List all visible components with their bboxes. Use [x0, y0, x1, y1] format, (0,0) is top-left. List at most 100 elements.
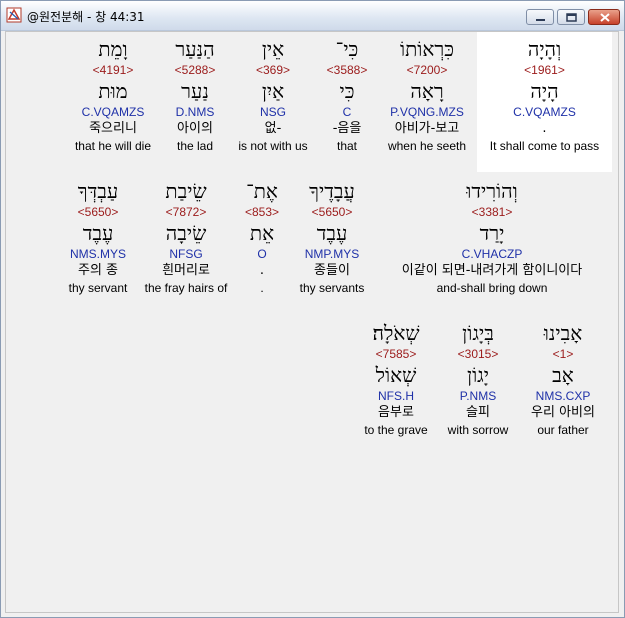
close-icon — [600, 13, 610, 22]
english-gloss: with sorrow — [447, 423, 509, 437]
word-column[interactable]: שֵׂיבַת <7872> שֵׂיבָה NFSG 흰머리로 the fra… — [138, 178, 234, 296]
korean-gloss: 주의 종 — [77, 263, 118, 278]
morphology-code: C — [342, 105, 352, 119]
morphology-code: C.VHACZP — [461, 247, 523, 261]
hebrew-word: אָבִינוּ — [543, 321, 583, 345]
hebrew-word: שְׁאֹלָה׃ — [372, 321, 420, 345]
word-column[interactable]: כִּרְאוֹתוֹ <7200> רָאָה P.VQNG.MZS 아비가-… — [377, 36, 477, 154]
korean-gloss: 죽으리니 — [89, 121, 137, 136]
hebrew-root: יָרַד — [479, 221, 505, 245]
hebrew-word: וְהוֹרִידוּ — [466, 179, 518, 203]
morphology-code: D.NMS — [175, 105, 215, 119]
english-gloss: is not with us — [238, 139, 308, 153]
hebrew-word: כִּרְאוֹתוֹ — [399, 37, 455, 61]
english-gloss: the lad — [176, 139, 214, 153]
word-column[interactable]: וָמֵת <4191> מוּת C.VQAMZS 죽으리니 that he … — [66, 36, 160, 154]
korean-gloss: 아이의 — [177, 121, 213, 136]
word-column[interactable]: הַנַּעַר <5288> נַעַר D.NMS 아이의 the lad — [164, 36, 226, 154]
english-gloss: our father — [537, 423, 589, 437]
strong-number[interactable]: <7872> — [138, 204, 234, 220]
strong-number[interactable]: <7585> — [358, 346, 434, 362]
hebrew-root: כִּי — [339, 79, 355, 103]
minimize-icon — [536, 19, 545, 21]
word-column[interactable]: שְׁאֹלָה׃ <7585> שְׁאוֹל NFS.H 음부로 to th… — [358, 320, 434, 438]
word-column[interactable]: וְהָיָה <1961> הָיָה C.VQAMZS . It shall… — [487, 36, 602, 154]
morphology-code: NMS.MYS — [69, 247, 126, 261]
maximize-button[interactable] — [557, 9, 585, 25]
strong-number[interactable]: <369> — [230, 62, 316, 78]
strong-number[interactable]: <5288> — [164, 62, 226, 78]
minimize-button[interactable] — [526, 9, 554, 25]
interlinear-panel[interactable]: וְהָיָה <1961> הָיָה C.VQAMZS . It shall… — [5, 31, 619, 613]
korean-gloss: 없- — [264, 121, 282, 136]
morphology-code: NFSG — [169, 247, 203, 261]
strong-number[interactable]: <1> — [521, 346, 605, 362]
app-logo-icon — [6, 7, 22, 23]
strong-number[interactable]: <5650> — [293, 204, 371, 220]
english-gloss: that he will die — [74, 139, 152, 153]
hebrew-root: עֶבֶד — [82, 221, 114, 245]
strong-number[interactable]: <853> — [239, 204, 285, 220]
strong-number[interactable]: <4191> — [66, 62, 160, 78]
hebrew-word: וָמֵת — [98, 37, 128, 61]
word-column[interactable]: אֵין <369> אַיִן NSG 없- is not with us — [230, 36, 316, 154]
hebrew-root: נַעַר — [181, 79, 209, 103]
hebrew-word: שֵׂיבַת — [165, 179, 207, 203]
strong-number[interactable]: <3381> — [377, 204, 607, 220]
morphology-code: NMS.CXP — [535, 389, 591, 403]
maximize-icon — [566, 13, 577, 22]
strong-number[interactable]: <7200> — [377, 62, 477, 78]
strong-number[interactable]: <3588> — [317, 62, 377, 78]
word-column[interactable]: כִּי־ <3588> כִּי C -음을 that — [317, 36, 377, 154]
hebrew-root: אֵת — [249, 221, 275, 245]
word-column[interactable]: עַבְדְּךָ <5650> עֶבֶד NMS.MYS 주의 종 thy … — [60, 178, 136, 296]
hebrew-word: אֶת־ — [246, 179, 278, 203]
window-title: @원전분해 - 창 44:31 — [27, 10, 145, 24]
korean-gloss: . — [259, 263, 265, 278]
hebrew-word: עֲבָדֶיךָ — [309, 179, 355, 203]
english-gloss: thy servant — [68, 281, 128, 295]
hebrew-root: מוּת — [98, 79, 128, 103]
word-column[interactable]: אֶת־ <853> אֵת O . . — [239, 178, 285, 296]
word-column[interactable]: וְהוֹרִידוּ <3381> יָרַד C.VHACZP 이같이 되면… — [377, 178, 607, 296]
hebrew-root: עֶבֶד — [316, 221, 348, 245]
hebrew-word: כִּי־ — [335, 37, 359, 61]
morphology-code: C.VQAMZS — [81, 105, 145, 119]
word-column[interactable]: אָבִינוּ <1> אָב NMS.CXP 우리 아비의 our fath… — [521, 320, 605, 438]
korean-gloss: 음부로 — [378, 405, 414, 420]
hebrew-root: יָגוֹן — [466, 363, 490, 387]
morphology-code: O — [257, 247, 267, 261]
app-window: @원전분해 - 창 44:31 וְהָיָה <1961> הָיָה C.V… — [0, 0, 625, 618]
strong-number[interactable]: <5650> — [60, 204, 136, 220]
hebrew-word: הַנַּעַר — [175, 37, 215, 61]
english-gloss: the fray hairs of — [144, 281, 228, 295]
korean-gloss: -음을 — [332, 121, 362, 136]
hebrew-word: וְהָיָה — [527, 37, 562, 61]
korean-gloss: 우리 아비의 — [531, 405, 595, 420]
english-gloss: to the grave — [364, 423, 428, 437]
word-column[interactable]: בְּיָגוֹן <3015> יָגוֹן P.NMS 슬피 with so… — [442, 320, 514, 438]
hebrew-root: רָאָה — [410, 79, 444, 103]
close-button[interactable] — [588, 9, 620, 25]
morphology-code: C.VQAMZS — [513, 105, 576, 119]
korean-gloss: 이같이 되면-내려가게 함이니이다 — [401, 263, 583, 278]
korean-gloss: 종들이 — [314, 263, 350, 278]
english-gloss: and-shall bring down — [436, 281, 548, 295]
word-column[interactable]: עֲבָדֶיךָ <5650> עֶבֶד NMP.MYS 종들이 thy s… — [293, 178, 371, 296]
english-gloss: thy servants — [299, 281, 365, 295]
morphology-code: P.VQNG.MZS — [390, 105, 464, 119]
morphology-code: NMP.MYS — [304, 247, 360, 261]
morphology-code: NFS.H — [378, 389, 414, 403]
korean-gloss: 슬피 — [466, 405, 490, 420]
hebrew-word: אֵין — [261, 37, 285, 61]
english-gloss: that — [336, 139, 357, 153]
strong-number[interactable]: <1961> — [487, 62, 602, 78]
english-gloss: . — [260, 281, 264, 295]
morphology-code: NSG — [259, 105, 286, 119]
english-gloss: when he seeth — [387, 139, 467, 153]
english-gloss: It shall come to pass — [489, 139, 600, 153]
hebrew-word: בְּיָגוֹן — [462, 321, 494, 345]
strong-number[interactable]: <3015> — [442, 346, 514, 362]
title-bar[interactable]: @원전분해 - 창 44:31 — [1, 1, 624, 31]
hebrew-root: הָיָה — [530, 79, 559, 103]
